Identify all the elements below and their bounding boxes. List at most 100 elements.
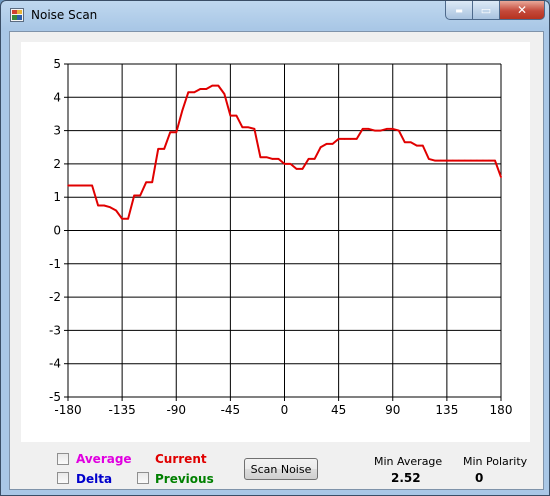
data-point	[121, 218, 123, 220]
data-point	[319, 146, 322, 149]
data-point	[337, 138, 340, 140]
data-point	[181, 109, 184, 112]
data-point	[211, 84, 214, 87]
y-tick-label: -1	[49, 257, 61, 271]
y-tick-label: -4	[49, 357, 61, 371]
y-tick-label: 1	[53, 190, 61, 204]
data-point	[373, 129, 376, 132]
data-point	[416, 144, 418, 147]
data-point	[229, 114, 232, 117]
x-tick-label: 180	[490, 403, 513, 417]
data-point	[476, 159, 478, 162]
min-average-value: 2.52	[391, 471, 421, 485]
data-point	[157, 148, 160, 150]
x-tick-label: 0	[281, 403, 289, 417]
data-point	[103, 204, 105, 207]
data-point	[434, 159, 436, 162]
previous-label: Previous	[155, 472, 214, 486]
window-title: Noise Scan	[31, 8, 98, 22]
data-point	[175, 131, 178, 134]
data-point	[247, 126, 250, 129]
data-point	[97, 204, 99, 207]
data-point	[193, 91, 196, 94]
data-point	[349, 138, 352, 140]
data-point	[241, 126, 244, 129]
min-average-label: Min Average	[374, 455, 443, 468]
y-tick-label: -5	[49, 390, 61, 404]
x-tick-label: -180	[54, 403, 81, 417]
y-tick-label: 0	[53, 224, 61, 238]
x-tick-label: -45	[221, 403, 241, 417]
minimize-icon: ▬	[455, 5, 463, 15]
minimize-button[interactable]: ▬	[445, 1, 473, 20]
data-point	[313, 158, 316, 160]
data-point	[367, 128, 370, 130]
data-point	[133, 194, 135, 197]
data-point	[109, 206, 111, 208]
delta-checkbox[interactable]	[57, 472, 69, 484]
y-tick-label: 2	[53, 157, 61, 171]
data-point	[295, 168, 298, 170]
data-point	[271, 158, 274, 160]
data-point	[277, 158, 280, 160]
y-tick-label: -2	[49, 290, 61, 304]
close-icon: ✕	[516, 3, 528, 17]
data-point	[355, 138, 358, 140]
x-tick-label: -90	[166, 403, 186, 417]
average-checkbox[interactable]	[57, 453, 69, 465]
maximize-icon: ▭	[480, 3, 492, 17]
data-point	[361, 128, 364, 130]
app-icon	[10, 8, 24, 22]
data-point	[151, 181, 153, 184]
x-tick-label: 90	[385, 403, 400, 417]
data-point	[289, 163, 292, 165]
y-tick-label: 5	[53, 57, 61, 71]
data-point	[379, 129, 382, 132]
data-point	[187, 91, 190, 94]
data-point	[397, 129, 400, 132]
data-point	[115, 209, 117, 212]
data-point	[223, 93, 226, 95]
data-point	[458, 159, 460, 162]
data-point	[205, 88, 208, 90]
data-point	[127, 218, 129, 220]
data-point	[163, 148, 166, 150]
data-point	[91, 184, 93, 187]
noise-chart: 5 4 3 2 1 0 -1 -2 -3 -4 -5 -180 -135 -90 -45 0 45 90 135 18…	[21, 42, 530, 442]
data-point	[169, 131, 172, 134]
average-label: Average	[76, 452, 132, 466]
min-polarity-value: 0	[475, 471, 484, 485]
data-point	[446, 159, 448, 162]
title-bar[interactable]: Noise Scan ▬ ▭ ✕	[1, 1, 549, 31]
current-label: Current	[155, 452, 207, 466]
client-area: 5 4 3 2 1 0 -1 -2 -3 -4 -5 -180 -135 -90 -45 0 45 90 135 18…	[9, 31, 544, 490]
delta-label: Delta	[76, 472, 113, 486]
data-point	[452, 159, 454, 162]
data-point	[259, 156, 262, 159]
chart-svg: 5 4 3 2 1 0 -1 -2 -3 -4 -5-180 -135 -90 -45 0 45 90 135 18…	[49, 57, 513, 417]
previous-checkbox[interactable]	[137, 472, 149, 484]
data-point	[253, 128, 256, 130]
data-point	[470, 159, 472, 162]
data-point	[67, 184, 69, 187]
data-point	[409, 141, 412, 144]
data-point	[391, 128, 394, 130]
close-button[interactable]: ✕	[499, 1, 545, 20]
noise-scan-window: Noise Scan ▬ ▭ ✕ 5 4 3 2 1 0 -1 -2 -3 -4 -5 -180 -13…	[0, 0, 550, 496]
data-point	[494, 159, 496, 162]
data-point	[283, 163, 286, 165]
data-point	[217, 84, 220, 87]
data-point	[482, 159, 484, 162]
data-point	[307, 158, 310, 160]
data-point	[403, 141, 406, 144]
data-point	[325, 143, 328, 145]
x-tick-label: 45	[331, 403, 346, 417]
data-point	[199, 88, 202, 90]
scan-noise-button[interactable]: Scan Noise	[244, 458, 318, 480]
y-tick-label: -3	[49, 323, 61, 337]
data-point	[488, 159, 490, 162]
data-point	[385, 128, 388, 130]
data-point	[500, 176, 502, 179]
maximize-button[interactable]: ▭	[472, 1, 500, 20]
data-point	[464, 159, 466, 162]
